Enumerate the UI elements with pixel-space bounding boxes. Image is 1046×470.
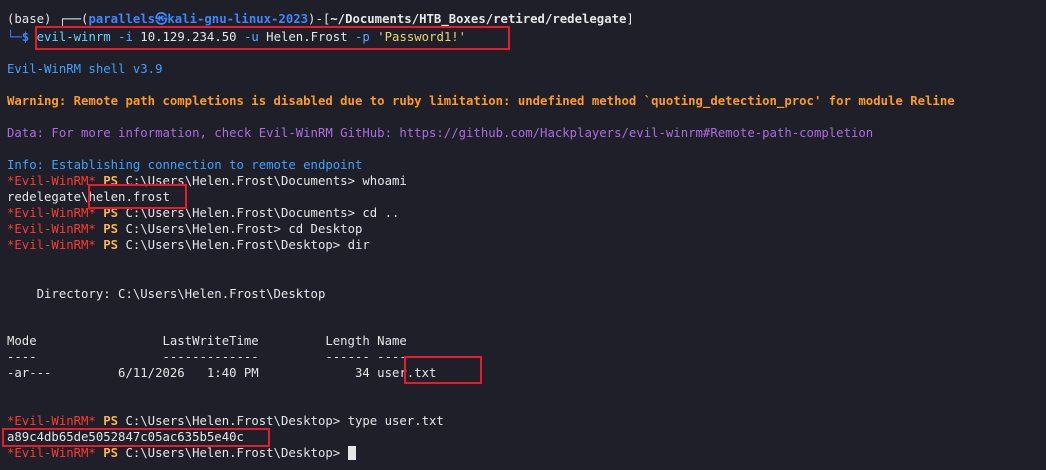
ps-command: cd .. [362, 206, 400, 220]
conda-env: (base) [7, 12, 59, 26]
banner-info: Info: Establishing connection to remote … [7, 158, 363, 172]
ps-path: C:\Users\Helen.Frost\Desktop> [125, 414, 348, 428]
ps-label: PS [95, 414, 126, 428]
text-cursor [347, 446, 356, 460]
dir-column-underlines: ---- ------------- ------ ---- [7, 350, 407, 364]
winrm-tag: *Evil-WinRM* [7, 174, 96, 188]
ps-command: whoami [362, 174, 407, 188]
highlight-box-user-txt [404, 356, 482, 384]
winrm-tag: *Evil-WinRM* [7, 414, 96, 428]
dir-file-row: -ar--- 6/11/2026 1:40 PM 34 user.txt [7, 365, 436, 381]
ps-line-current[interactable]: *Evil-WinRM* PS C:\Users\Helen.Frost\Des… [7, 445, 356, 461]
ps-path: C:\Users\Helen.Frost\Desktop> [125, 446, 348, 460]
prompt-userhost: parallels㉿kali-gnu-linux-2023 [88, 12, 309, 26]
dir-column-headers: Mode LastWriteTime Length Name [7, 334, 407, 348]
prompt-top-line: (base) ┌──(parallels㉿kali-gnu-linux-2023… [7, 11, 634, 27]
ps-line-cd-desktop: *Evil-WinRM* PS C:\Users\Helen.Frost> cd… [7, 221, 362, 237]
banner-warning: Warning: Remote path completions is disa… [7, 94, 955, 108]
winrm-tag: *Evil-WinRM* [7, 206, 96, 220]
ps-command: cd Desktop [288, 222, 363, 236]
prompt-bracket-end: ] [626, 12, 634, 26]
ps-line-dir: *Evil-WinRM* PS C:\Users\Helen.Frost\Des… [7, 237, 370, 253]
prompt-cwd: ~/Documents/HTB_Boxes/retired/redelegate [330, 12, 627, 26]
ps-path: C:\Users\Helen.Frost> [125, 222, 289, 236]
prompt-corner-bottom: └─$ [7, 30, 37, 44]
ps-label: PS [95, 222, 126, 236]
banner-data: Data: For more information, check Evil-W… [7, 126, 874, 140]
dir-directory-heading: Directory: C:\Users\Helen.Frost\Desktop [7, 287, 326, 301]
ps-label: PS [95, 446, 126, 460]
winrm-tag: *Evil-WinRM* [7, 238, 96, 252]
ps-line-type: *Evil-WinRM* PS C:\Users\Helen.Frost\Des… [7, 413, 444, 429]
prompt-corner-top: ┌──( [58, 12, 89, 26]
ps-command: type user.txt [347, 414, 444, 428]
highlight-box-command [35, 26, 510, 50]
banner-shell-version: Evil-WinRM shell v3.9 [7, 62, 163, 76]
highlight-box-whoami-user [88, 184, 187, 209]
ps-command: dir [347, 238, 370, 252]
winrm-tag: *Evil-WinRM* [7, 222, 96, 236]
ps-line-cd-up: *Evil-WinRM* PS C:\Users\Helen.Frost\Doc… [7, 205, 399, 221]
ps-path: C:\Users\Helen.Frost\Desktop> [125, 238, 348, 252]
winrm-tag: *Evil-WinRM* [7, 446, 96, 460]
dir-file-attributes: -ar--- 6/11/2026 1:40 PM 34 [7, 366, 378, 380]
terminal-window[interactable]: (base) ┌──(parallels㉿kali-gnu-linux-2023… [0, 0, 1046, 470]
ps-label: PS [95, 238, 126, 252]
highlight-box-flag [2, 428, 270, 447]
prompt-bracket-mid: )-[ [308, 12, 331, 26]
ps-line-whoami: *Evil-WinRM* PS C:\Users\Helen.Frost\Doc… [7, 173, 407, 189]
whoami-domain: redelegate\ [7, 190, 89, 204]
